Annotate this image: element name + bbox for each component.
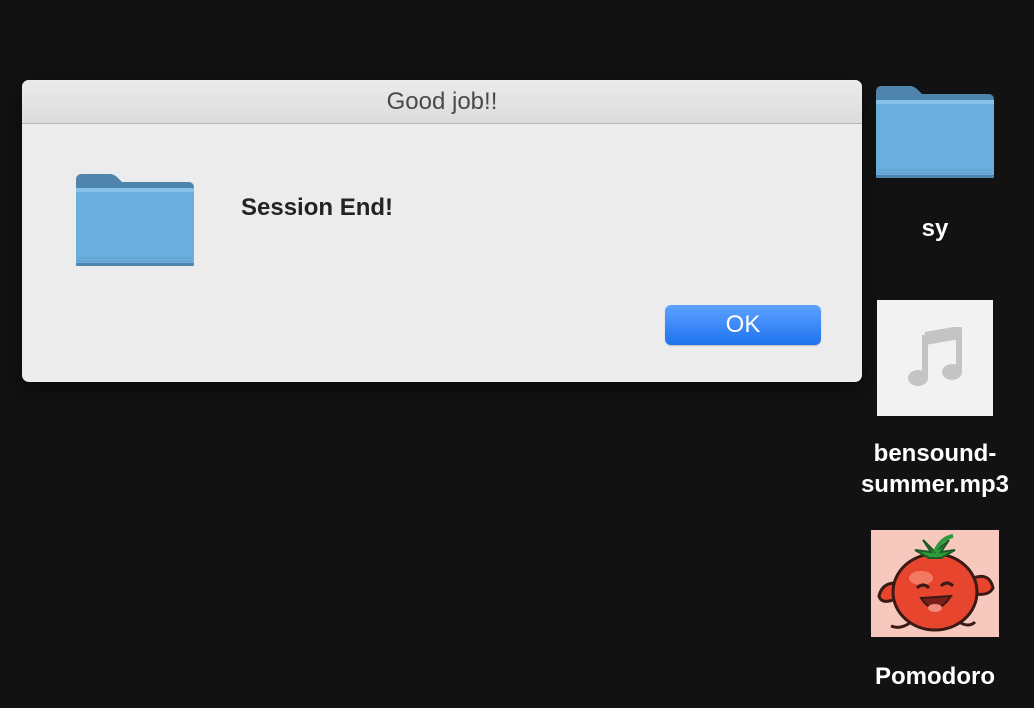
audio-file-icon — [877, 300, 993, 416]
desktop-item-pomodoro[interactable]: Pomodoro — [850, 530, 1020, 692]
alert-dialog: Good job!! Session End! OK — [22, 80, 862, 382]
dialog-titlebar[interactable]: Good job!! — [22, 80, 862, 124]
folder-icon — [850, 84, 1020, 187]
desktop-item-label-line1: bensound- — [873, 440, 997, 467]
desktop-item-sy[interactable]: sy — [850, 84, 1020, 244]
desktop-item-bensound-summer[interactable]: bensound- summer.mp3 — [850, 300, 1020, 500]
music-note-icon — [908, 327, 962, 386]
desktop: Good job!! Session End! OK sy bensound- … — [0, 0, 1034, 708]
tomato-icon — [871, 530, 999, 637]
dialog-title: Good job!! — [386, 87, 498, 115]
dialog-message: Session End! — [241, 194, 394, 221]
desktop-item-label-line2: summer.mp3 — [860, 471, 1010, 498]
ok-button[interactable]: OK — [665, 305, 821, 345]
desktop-item-label: sy — [921, 215, 949, 242]
folder-icon — [74, 172, 196, 275]
desktop-item-label: Pomodoro — [875, 663, 995, 690]
